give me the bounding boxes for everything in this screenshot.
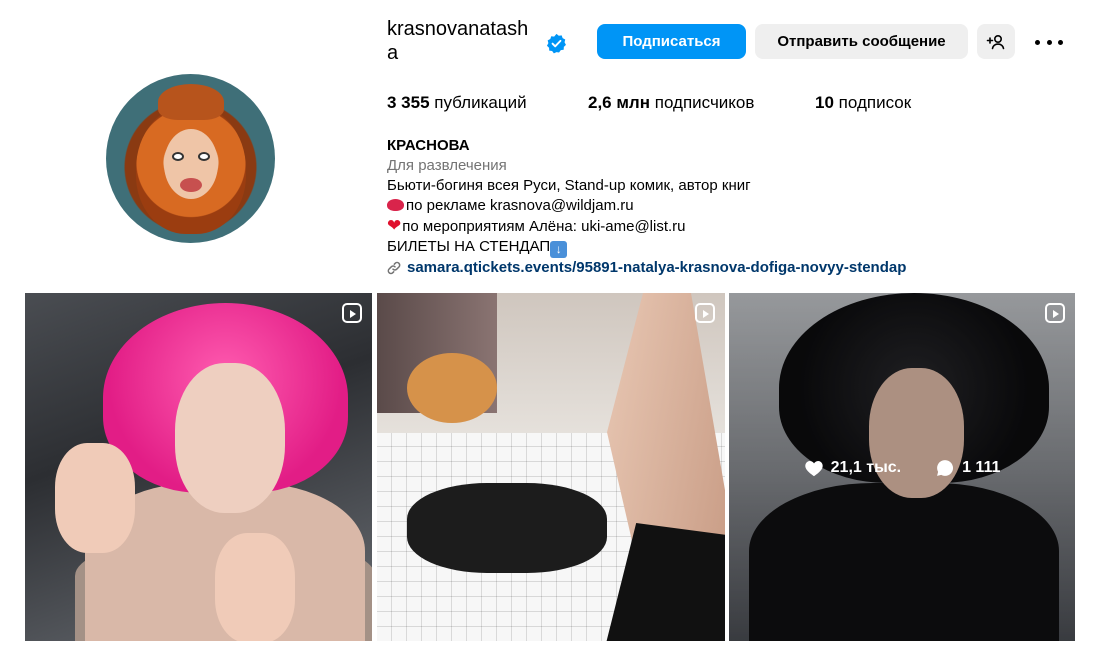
heart-icon bbox=[804, 461, 823, 477]
profile-username: krasnovanatasha bbox=[387, 18, 529, 64]
post-thumbnail[interactable] bbox=[377, 293, 725, 641]
followers-label: подписчиков bbox=[654, 93, 755, 112]
bio-link-text: samara.qtickets.events/95891-natalya-kra… bbox=[407, 258, 907, 276]
avatar-eye-left bbox=[172, 152, 184, 161]
following-label: подписок bbox=[838, 93, 912, 112]
bio-line-4-text: БИЛЕТЫ НА СТЕНДАП bbox=[387, 238, 551, 255]
bio-line-2: по рекламе krasnova@wildjam.ru bbox=[387, 196, 906, 216]
posts-stat[interactable]: 3 355 публикаций bbox=[387, 93, 527, 113]
heart-emoji-icon: ❤ bbox=[387, 216, 402, 235]
profile-display-name: КРАСНОВА bbox=[387, 137, 470, 154]
send-message-button[interactable]: Отправить сообщение bbox=[755, 24, 968, 59]
following-stat[interactable]: 10 подписок bbox=[815, 93, 911, 113]
add-user-button[interactable] bbox=[977, 24, 1015, 59]
posts-grid: 21,1 тыс. 1 111 bbox=[25, 293, 1075, 641]
post-hover-stats: 21,1 тыс. 1 111 bbox=[729, 458, 1075, 478]
avatar-hat bbox=[158, 84, 224, 120]
posts-label: публикаций bbox=[434, 93, 527, 112]
posts-count: 3 355 bbox=[387, 93, 430, 112]
profile-bio: КРАСНОВА Для развлечения Бьюти-богиня вс… bbox=[387, 136, 906, 278]
post-1-hand-left bbox=[55, 443, 135, 553]
avatar-lips bbox=[180, 178, 202, 192]
likes-stat: 21,1 тыс. bbox=[804, 458, 901, 478]
bio-link[interactable]: samara.qtickets.events/95891-natalya-kra… bbox=[387, 258, 906, 278]
reel-icon bbox=[695, 303, 715, 323]
link-icon bbox=[387, 261, 401, 274]
likes-count: 21,1 тыс. bbox=[830, 459, 902, 476]
down-arrow-emoji-icon: ↓ bbox=[550, 240, 568, 258]
comments-stat: 1 111 bbox=[935, 458, 1000, 478]
profile-category: Для развлечения bbox=[387, 157, 507, 174]
post-thumbnail-hovered[interactable]: 21,1 тыс. 1 111 bbox=[729, 293, 1075, 641]
add-user-icon bbox=[986, 34, 1005, 49]
follow-button[interactable]: Подписаться bbox=[597, 24, 746, 59]
followers-stat[interactable]: 2,6 млн подписчиков bbox=[588, 93, 754, 113]
post-2-woman bbox=[407, 483, 607, 573]
bio-line-3-text: по мероприятиям Алёна: uki-ame@list.ru bbox=[402, 218, 686, 235]
post-2-cat bbox=[407, 353, 497, 423]
post-1-face bbox=[175, 363, 285, 513]
bio-line-1: Бьюти-богиня всея Руси, Stand-up комик, … bbox=[387, 177, 751, 194]
avatar-eye-right bbox=[198, 152, 210, 161]
followers-count: 2,6 млн bbox=[588, 93, 650, 112]
bio-line-4: БИЛЕТЫ НА СТЕНДАП ↓ bbox=[387, 237, 906, 258]
post-1-hand-right bbox=[215, 533, 295, 641]
following-count: 10 bbox=[815, 93, 834, 112]
post-thumbnail[interactable] bbox=[25, 293, 372, 641]
more-options-icon[interactable] bbox=[1035, 32, 1063, 52]
comments-count: 1 111 bbox=[962, 459, 1001, 476]
reel-icon bbox=[342, 303, 362, 323]
bio-line-2-text: по рекламе krasnova@wildjam.ru bbox=[406, 197, 634, 214]
verified-badge-icon bbox=[546, 33, 566, 54]
reel-icon bbox=[1045, 303, 1065, 323]
lips-emoji-icon bbox=[387, 199, 404, 211]
profile-avatar[interactable] bbox=[106, 74, 275, 243]
comment-icon bbox=[937, 460, 954, 476]
bio-line-3: ❤по мероприятиям Алёна: uki-ame@list.ru bbox=[387, 216, 906, 237]
